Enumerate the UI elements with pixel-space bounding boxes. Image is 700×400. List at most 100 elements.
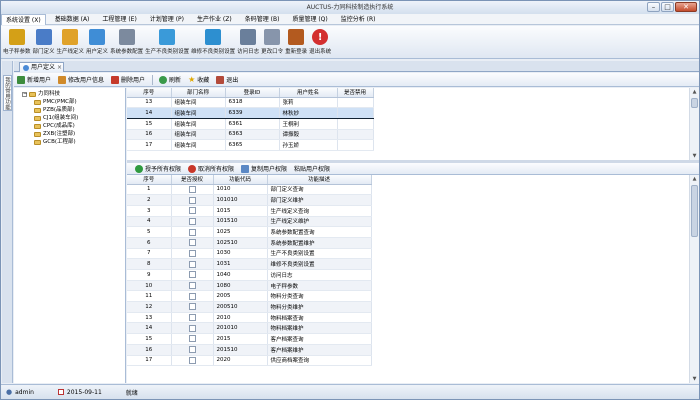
grant-checkbox[interactable] <box>188 217 196 225</box>
table-row[interactable]: 9 1040 访问日志 <box>127 269 372 281</box>
collapse-icon[interactable]: − <box>22 91 27 97</box>
table-row[interactable]: 7 1030 生产不良类别设置 <box>127 248 372 260</box>
ribbon-button-wrench[interactable]: 系统参数配置 <box>110 26 143 58</box>
table-row[interactable]: 8 1031 维修不良类别设置 <box>127 258 372 270</box>
edit-user-button[interactable]: 修改用户信息 <box>58 75 104 84</box>
column-header[interactable]: 序号 <box>127 175 172 185</box>
table-row[interactable]: 3 1015 生产线定义查询 <box>127 205 372 217</box>
table-row[interactable]: 1 1010 部门定义查询 <box>127 184 372 196</box>
tab-close-icon[interactable]: × <box>57 63 62 72</box>
tree-item[interactable]: PMC(PMC部) <box>22 98 125 106</box>
grant-checkbox[interactable] <box>188 196 196 204</box>
scroll-down-icon[interactable]: ▼ <box>690 375 699 383</box>
table-row[interactable]: 13 组装车间 6318 张莉 <box>127 97 374 109</box>
refresh-button[interactable]: 刷新 <box>159 75 181 84</box>
grant-checkbox[interactable] <box>188 239 196 247</box>
grant-checkbox[interactable] <box>188 207 196 215</box>
close-button[interactable]: ✕ <box>675 2 697 12</box>
table-row[interactable]: 15 组装车间 6361 王桐利 <box>127 118 374 130</box>
ribbon-button-department[interactable]: 部门定义 <box>33 26 55 58</box>
column-header[interactable]: 登录ID <box>225 88 280 98</box>
tree-item[interactable]: CJ1(组装车间) <box>22 114 125 122</box>
grant-checkbox[interactable] <box>188 324 196 332</box>
grant-checkbox[interactable] <box>188 260 196 268</box>
grant-checkbox[interactable] <box>188 292 196 300</box>
table-row[interactable]: 16 201510 客户档案维护 <box>127 344 372 356</box>
maximize-button[interactable]: □ <box>661 2 674 12</box>
grant-checkbox[interactable] <box>188 271 196 279</box>
column-header[interactable]: 功能描述 <box>267 175 372 185</box>
copy-permissions-button[interactable]: 复制用户权限 <box>241 164 287 173</box>
table-row[interactable]: 11 2005 物料分类查询 <box>127 290 372 303</box>
add-user-button[interactable]: 新增用户 <box>17 75 51 84</box>
table-row[interactable]: 12 200510 物料分类维护 <box>127 301 372 313</box>
tab-user-definition[interactable]: 用户定义 × <box>19 62 65 72</box>
ribbon-button-exit[interactable]: ! 退出系统 <box>309 26 331 58</box>
permission-grid-scrollbar[interactable]: ▲ ▼ <box>689 175 699 383</box>
scroll-down-icon[interactable]: ▼ <box>690 152 699 160</box>
delete-user-button[interactable]: 删除用户 <box>111 75 145 84</box>
paste-permissions-button[interactable]: 粘贴用户权限 <box>294 164 330 173</box>
table-row[interactable]: 17 组装车间 6365 孙玉娇 <box>127 139 374 151</box>
scroll-up-icon[interactable]: ▲ <box>690 88 699 96</box>
grant-all-button[interactable]: 授予所有权限 <box>135 164 181 173</box>
column-header[interactable]: 部门名称 <box>171 88 226 98</box>
grant-checkbox[interactable] <box>188 314 196 322</box>
exit-button[interactable]: 退出 <box>216 75 238 84</box>
column-header[interactable]: 序号 <box>127 88 172 98</box>
ribbon-button-defect-category[interactable]: 生产不良类别设置 <box>145 26 189 58</box>
table-row[interactable]: 4 101510 生产线定义维护 <box>127 216 372 228</box>
column-header[interactable]: 是否禁用 <box>337 88 374 98</box>
menu-base-data[interactable]: 基础数据 (A) <box>51 14 94 25</box>
tree-item[interactable]: PZB(品质部) <box>22 106 125 114</box>
grant-checkbox[interactable] <box>188 335 196 343</box>
tree-root[interactable]: − 力同科技 <box>22 90 125 98</box>
menu-quality[interactable]: 质量管理 (Q) <box>288 14 331 25</box>
tree-item[interactable]: GCB(工程部) <box>22 138 125 146</box>
tree-item[interactable]: CPC(成品库) <box>22 122 125 130</box>
table-row[interactable]: 13 2010 物料档案查询 <box>127 312 372 324</box>
ribbon-button-production-line[interactable]: 生产线定义 <box>57 26 84 58</box>
menu-system-settings[interactable]: 系统设置 (X) <box>1 14 46 25</box>
tree-item[interactable]: ZXB(注塑部) <box>22 130 125 138</box>
grant-checkbox[interactable] <box>188 282 196 290</box>
menu-planning[interactable]: 计划管理 (P) <box>146 14 188 25</box>
ribbon-button-scale[interactable]: 电子秤参数 <box>3 26 31 58</box>
menu-monitor[interactable]: 监控分析 (R) <box>337 14 380 25</box>
minimize-button[interactable]: – <box>647 2 660 12</box>
grant-checkbox[interactable] <box>188 346 196 354</box>
user-grid-scrollbar[interactable]: ▲ ▼ <box>689 88 699 160</box>
table-row[interactable]: 15 2015 客户档案查询 <box>127 333 372 345</box>
scroll-thumb[interactable] <box>691 98 698 108</box>
ribbon-button-relogin[interactable]: 重新登录 <box>285 26 307 58</box>
grant-checkbox[interactable] <box>188 185 196 193</box>
menu-barcode[interactable]: 条码管理 (B) <box>241 14 284 25</box>
table-row[interactable]: 6 102510 系统参数配置维护 <box>127 237 372 249</box>
menu-production[interactable]: 生产作业 (Z) <box>193 14 236 25</box>
favorites-vertical-tab[interactable]: 我的常用功能 <box>3 75 12 111</box>
column-header[interactable]: 是否授权 <box>171 175 214 185</box>
table-row[interactable]: 2 101010 部门定义维护 <box>127 194 372 206</box>
table-cell <box>337 118 374 130</box>
column-header[interactable]: 用户姓名 <box>279 88 338 98</box>
table-row[interactable]: 14 201010 物料档案维护 <box>127 322 372 335</box>
grant-checkbox[interactable] <box>188 228 196 236</box>
column-header[interactable]: 功能代码 <box>213 175 268 185</box>
menu-engineering[interactable]: 工程管理 (E) <box>98 14 140 25</box>
table-row[interactable]: 10 1080 电子秤参数 <box>127 280 372 292</box>
ribbon-button-repair-category[interactable]: 维修不良类别设置 <box>191 26 235 58</box>
table-row[interactable]: 14 组装车间 6339 林秋妙 <box>127 107 374 119</box>
grant-checkbox[interactable] <box>188 303 196 311</box>
table-row[interactable]: 17 2020 供应商档案查询 <box>127 355 372 367</box>
ribbon-button-log[interactable]: 访问日志 <box>237 26 259 58</box>
table-row[interactable]: 16 组装车间 6363 谭振毅 <box>127 129 374 141</box>
grant-checkbox[interactable] <box>188 356 196 364</box>
table-row[interactable]: 5 1025 系统参数配置查询 <box>127 226 372 238</box>
ribbon-button-lock[interactable]: 更改口令 <box>261 26 283 58</box>
grant-checkbox[interactable] <box>188 249 196 257</box>
scroll-thumb[interactable] <box>691 185 698 237</box>
ribbon-button-user[interactable]: 用户定义 <box>86 26 108 58</box>
revoke-all-button[interactable]: 取消所有权限 <box>188 164 234 173</box>
scroll-up-icon[interactable]: ▲ <box>690 175 699 183</box>
favorite-button[interactable]: ★ 收藏 <box>188 75 209 84</box>
